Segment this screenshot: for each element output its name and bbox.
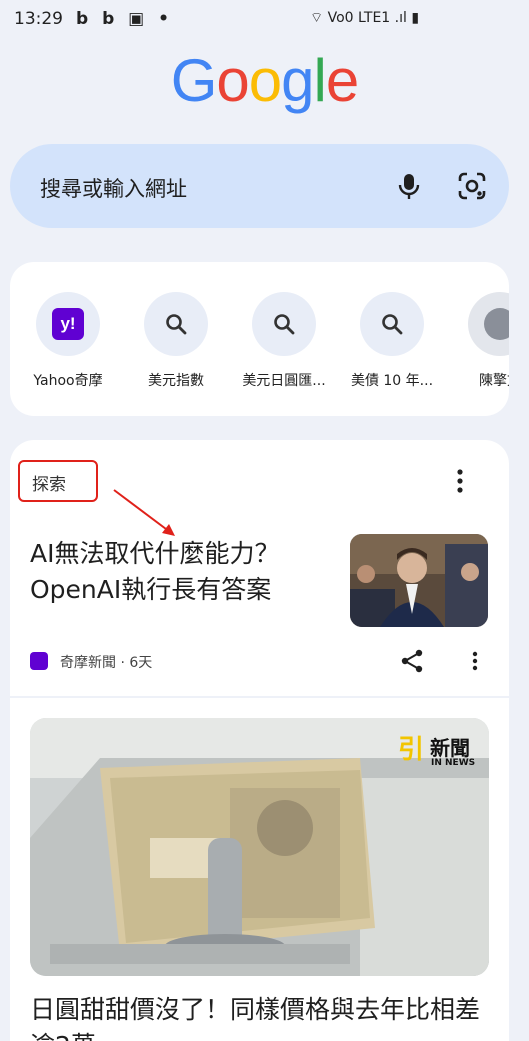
shortcut-icon-circle[interactable] — [252, 292, 316, 356]
article-title[interactable]: 日圓甜甜價沒了！同樣價格與去年比相差逾2萬 — [30, 992, 500, 1041]
news-badge-sub: IN NEWS — [431, 758, 476, 768]
search-bar[interactable]: 搜尋或輸入網址 — [10, 144, 509, 228]
google-lens-icon[interactable] — [456, 170, 488, 202]
notification-icons: b b ▣ • — [76, 9, 174, 29]
article-source[interactable]: 奇摩新聞 · 6天 — [60, 652, 152, 672]
shortcuts-panel: y! Yahoo奇摩 美元指數 美元日圓匯... 美債 10 年... 陳擎文 — [10, 262, 509, 416]
source-logo-icon — [30, 652, 48, 670]
shortcut-label: 美債 10 年... — [350, 373, 434, 389]
status-bar: 13:29 b b ▣ • ⌔ Vo0 LTE1 .ıl ▮ — [0, 0, 529, 40]
shortcut-search-1[interactable]: 美元指數 — [122, 292, 230, 390]
shortcut-icon-circle[interactable] — [468, 292, 509, 356]
search-icon — [382, 314, 403, 335]
feed-divider — [10, 696, 509, 698]
microphone-icon[interactable] — [393, 170, 425, 202]
shortcut-search-2[interactable]: 美元日圓匯... — [230, 292, 338, 390]
google-logo: Google — [0, 46, 529, 115]
shortcut-icon-circle[interactable]: y! — [36, 292, 100, 356]
annotation-arrow — [113, 489, 175, 536]
shortcut-icon-circle[interactable] — [144, 292, 208, 356]
logo-letter: G — [170, 47, 218, 114]
shortcut-label: 美元日圓匯... — [242, 373, 326, 389]
article-thumbnail[interactable] — [350, 534, 488, 627]
svg-text:引: 引 — [398, 735, 424, 765]
share-icon[interactable] — [400, 648, 424, 674]
article-title[interactable]: AI無法取代什麼能力？OpenAI執行長有答案 — [30, 536, 340, 608]
shortcut-icon-circle[interactable] — [360, 292, 424, 356]
shortcut-label: 陳擎文 — [479, 373, 509, 389]
yahoo-icon: y! — [52, 308, 84, 340]
more-vert-icon[interactable] — [466, 648, 484, 674]
article-image[interactable]: 引 新聞 IN NEWS — [30, 718, 489, 976]
search-placeholder[interactable]: 搜尋或輸入網址 — [40, 173, 187, 203]
logo-letter: o — [248, 47, 282, 114]
more-vert-icon[interactable] — [450, 466, 470, 496]
logo-letter: o — [216, 47, 249, 114]
shortcut-yahoo[interactable]: y! Yahoo奇摩 — [14, 292, 122, 390]
shortcut-label: 美元指數 — [148, 373, 204, 389]
search-icon — [166, 314, 187, 335]
logo-letter: g — [281, 47, 314, 114]
signal-icons: ⌔ Vo0 LTE1 .ıl ▮ — [310, 10, 420, 26]
logo-letter: e — [325, 47, 359, 114]
discover-feed: 探索 AI無法取代什麼能力？OpenAI執行長有答案 奇摩新聞 · 6天 引 新… — [10, 440, 509, 1041]
shortcut-label: Yahoo奇摩 — [33, 373, 103, 389]
news-badge: 新聞 — [430, 736, 470, 760]
shortcut-search-3[interactable]: 美債 10 年... — [338, 292, 446, 390]
avatar-icon — [484, 308, 509, 340]
status-time: 13:29 — [14, 9, 63, 29]
shortcut-avatar[interactable]: 陳擎文 — [446, 292, 509, 390]
logo-letter: l — [313, 47, 327, 114]
search-icon — [274, 314, 295, 335]
